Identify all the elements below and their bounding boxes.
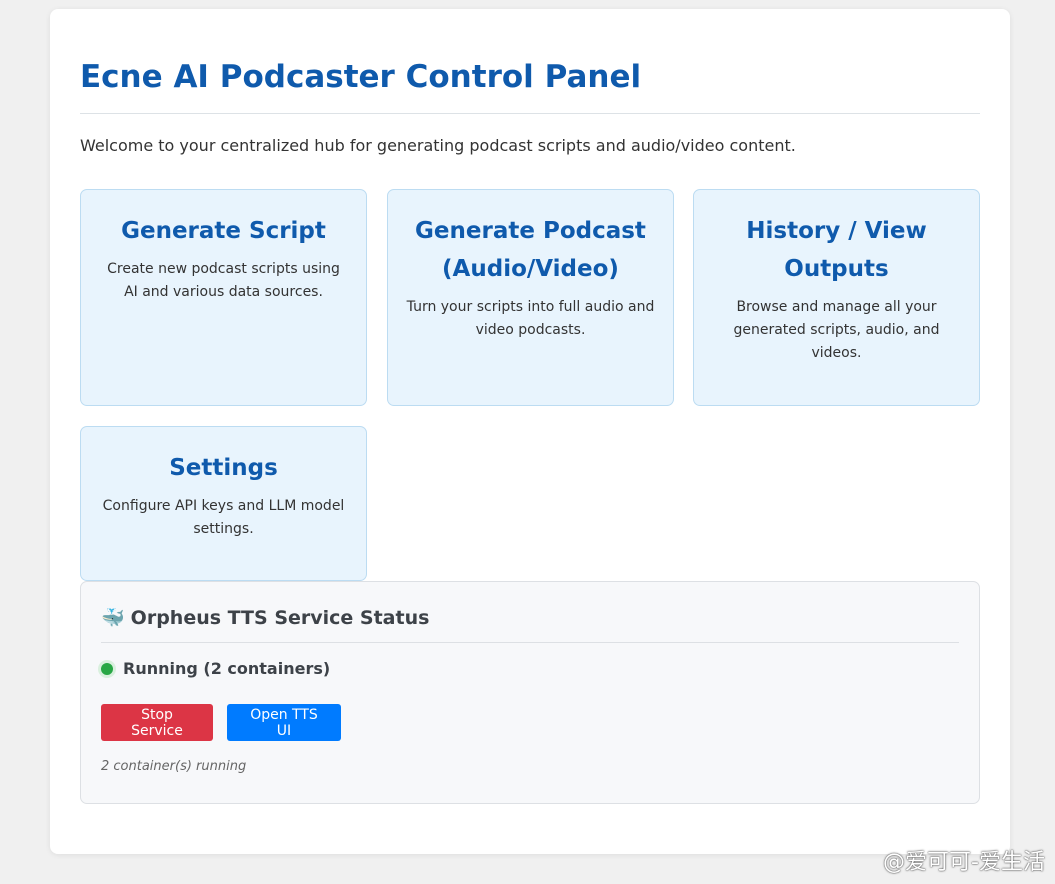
card-description: Configure API keys and LLM model setting… xyxy=(102,498,345,537)
card-settings[interactable]: Settings Configure API keys and LLM mode… xyxy=(80,426,367,581)
status-title: Orpheus TTS Service Status xyxy=(130,607,430,629)
title-divider xyxy=(80,113,980,114)
card-title: Generate Script xyxy=(121,218,326,244)
whale-icon: 🐳 xyxy=(101,607,125,629)
welcome-text: Welcome to your centralized hub for gene… xyxy=(80,136,796,155)
status-actions: Stop Service Open TTS UI xyxy=(101,704,959,741)
status-heading: 🐳 Orpheus TTS Service Status xyxy=(101,604,959,632)
card-title: Settings xyxy=(169,455,278,481)
card-title: Generate Podcast (Audio/Video) xyxy=(415,218,646,282)
container-count-note: 2 container(s) running xyxy=(101,759,247,774)
card-history[interactable]: History / View Outputs Browse and manage… xyxy=(693,189,980,406)
card-title: History / View Outputs xyxy=(746,218,927,282)
card-generate-podcast[interactable]: Generate Podcast (Audio/Video) Turn your… xyxy=(387,189,674,406)
status-dot-icon xyxy=(101,662,113,675)
card-description: Create new podcast scripts using AI and … xyxy=(107,261,340,300)
open-tts-ui-button[interactable]: Open TTS UI xyxy=(227,704,341,741)
card-description: Browse and manage all your generated scr… xyxy=(733,299,940,361)
tts-status-panel: 🐳 Orpheus TTS Service Status Running (2 … xyxy=(80,581,980,804)
card-generate-script[interactable]: Generate Script Create new podcast scrip… xyxy=(80,189,367,406)
stop-service-button[interactable]: Stop Service xyxy=(101,704,213,741)
watermark: @爱可可-爱生活 xyxy=(883,850,1045,875)
page-title: Ecne AI Podcaster Control Panel xyxy=(80,59,642,95)
status-text: Running (2 containers) xyxy=(123,659,331,678)
status-indicator: Running (2 containers) xyxy=(101,659,959,678)
card-description: Turn your scripts into full audio and vi… xyxy=(406,299,655,338)
status-divider xyxy=(101,642,959,643)
